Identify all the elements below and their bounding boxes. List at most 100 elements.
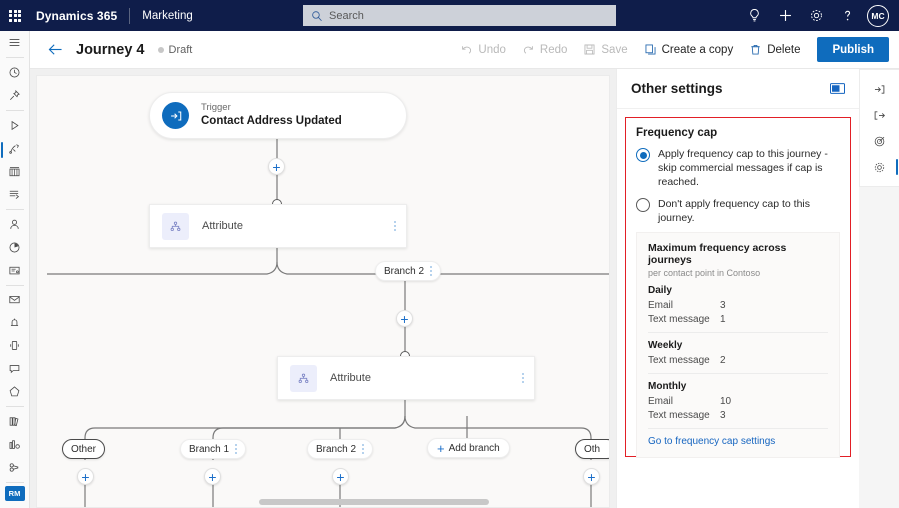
sidebar-item-contacts[interactable] [0, 213, 30, 236]
frequency-row: Text message 1 [648, 314, 828, 325]
question-icon[interactable] [832, 0, 862, 31]
sidebar-item-email[interactable] [0, 288, 30, 311]
add-step-other-left[interactable]: + [77, 468, 94, 485]
add-branch-button[interactable]: + Add branch [427, 438, 510, 458]
journey-canvas-wrapper: Trigger Contact Address Updated + Attrib… [30, 69, 616, 508]
radio-dont-apply-frequency-cap[interactable]: Don't apply frequency cap to this journe… [636, 197, 840, 225]
sidebar-item-text-message[interactable] [0, 357, 30, 380]
brand-label: Dynamics 365 [36, 8, 118, 23]
create-copy-button[interactable]: Create a copy [637, 36, 741, 64]
attribute-node-2[interactable]: Attribute [277, 356, 535, 400]
back-button[interactable] [42, 37, 68, 63]
save-button[interactable]: Save [576, 36, 634, 64]
radio-apply-indicator [636, 148, 650, 162]
attribute-node-1[interactable]: Attribute [149, 204, 407, 248]
lightbulb-icon[interactable] [739, 0, 769, 31]
goal-icon [874, 136, 885, 146]
play-icon [11, 120, 19, 130]
branch-pill-top[interactable]: Branch 2 [375, 261, 442, 281]
settings-icon [874, 162, 885, 172]
pin-icon [9, 89, 20, 100]
copy-icon [645, 44, 656, 55]
attribute-node-1-menu[interactable] [394, 221, 396, 231]
branch-pill-other-left[interactable]: Other [62, 439, 106, 459]
branch-pill-other-right[interactable]: Oth [575, 439, 609, 459]
gear-icon[interactable] [801, 0, 831, 31]
undo-label: Undo [478, 43, 506, 56]
add-step-branch1[interactable]: + [204, 468, 221, 485]
add-step-other-right[interactable]: + [583, 468, 600, 485]
attribute-branch-icon [162, 212, 189, 240]
attribute-branch-icon [290, 364, 317, 392]
delete-button[interactable]: Delete [742, 36, 807, 64]
sidebar-item-analytics[interactable] [0, 433, 30, 456]
sidebar-item-assets[interactable] [0, 160, 30, 183]
sidebar-item-settings-nodes[interactable] [0, 456, 30, 479]
branch-pill-branch2[interactable]: Branch 2 [307, 439, 374, 459]
frequency-row: Text message 3 [648, 410, 828, 421]
frequency-value: 3 [720, 409, 726, 421]
sidebar-item-play[interactable] [0, 114, 30, 137]
arrow-left-icon [48, 44, 62, 55]
trigger-node[interactable]: Trigger Contact Address Updated [149, 92, 407, 139]
create-copy-label: Create a copy [661, 43, 734, 56]
top-navigation-bar: Dynamics 365 Marketing Search MC [0, 0, 899, 31]
sidebar-item-custom-channel[interactable] [0, 380, 30, 403]
radio-apply-frequency-cap[interactable]: Apply frequency cap to this journey - sk… [636, 147, 840, 190]
sidebar-item-hamburger[interactable] [0, 31, 30, 54]
frequency-cap-highlight: Frequency cap Apply frequency cap to thi… [625, 117, 851, 458]
frequency-key: Email [648, 299, 674, 311]
horizontal-scrollbar[interactable] [259, 499, 489, 505]
journey-canvas[interactable]: Trigger Contact Address Updated + Attrib… [36, 75, 610, 508]
rail-item-settings[interactable] [860, 154, 899, 180]
branch-pill-branch2-menu[interactable] [362, 444, 365, 454]
avatar[interactable]: MC [867, 4, 889, 27]
command-actions: Undo Redo Save Create a copy Delete Publ… [453, 36, 899, 64]
add-step-branch2[interactable]: + [332, 468, 349, 485]
status-dot [157, 46, 164, 53]
rail-item-entry[interactable] [860, 76, 899, 102]
frequency-key: Email [648, 395, 674, 407]
journeys-icon [9, 143, 19, 154]
sidebar-item-journeys[interactable] [0, 137, 30, 160]
sidebar-item-forms[interactable] [0, 259, 30, 282]
sidebar-item-flow[interactable] [0, 183, 30, 206]
collapse-panel-icon[interactable] [830, 83, 845, 94]
library-icon [9, 417, 19, 427]
plus-icon[interactable] [770, 0, 800, 31]
trash-icon [751, 44, 760, 55]
undo-button[interactable]: Undo [453, 36, 513, 64]
sidebar-item-pinned[interactable] [0, 84, 30, 107]
redo-button[interactable]: Redo [515, 36, 575, 64]
sidebar-item-push[interactable] [0, 311, 30, 334]
sidebar-item-mobile[interactable] [0, 334, 30, 357]
app-launcher-button[interactable] [0, 0, 30, 31]
app-root: Dynamics 365 Marketing Search MC RM Jour… [0, 0, 899, 508]
add-step-button-2[interactable]: + [396, 310, 413, 327]
global-search-input[interactable]: Search [303, 5, 616, 26]
email-icon [9, 296, 20, 304]
publish-button[interactable]: Publish [817, 37, 889, 62]
custom-channel-icon [9, 386, 20, 397]
divider [648, 372, 828, 374]
branch-pill-branch2-label: Branch 2 [316, 443, 357, 455]
sidebar-item-library[interactable] [0, 410, 30, 433]
radio-apply-label: Apply frequency cap to this journey - sk… [658, 148, 828, 189]
rail-app-badge[interactable]: RM [4, 486, 25, 502]
branch-pill-top-menu[interactable] [430, 266, 433, 276]
divider [648, 427, 828, 429]
top-actions-group: MC [739, 0, 893, 31]
frequency-key: Text message [648, 409, 710, 421]
attribute-node-2-menu[interactable] [522, 373, 524, 383]
branch-pill-branch1[interactable]: Branch 1 [180, 439, 247, 459]
frequency-cap-settings-link[interactable]: Go to frequency cap settings [648, 436, 828, 447]
rail-item-exit[interactable] [860, 102, 899, 128]
sidebar-item-recent[interactable] [0, 61, 30, 84]
brand-divider [129, 7, 131, 24]
sidebar-item-segments[interactable] [0, 236, 30, 259]
branch-pill-branch1-menu[interactable] [235, 444, 238, 454]
rail-item-goal[interactable] [860, 128, 899, 154]
add-step-button-1[interactable]: + [268, 158, 285, 175]
analytics-icon [9, 440, 20, 449]
divider [648, 331, 828, 333]
